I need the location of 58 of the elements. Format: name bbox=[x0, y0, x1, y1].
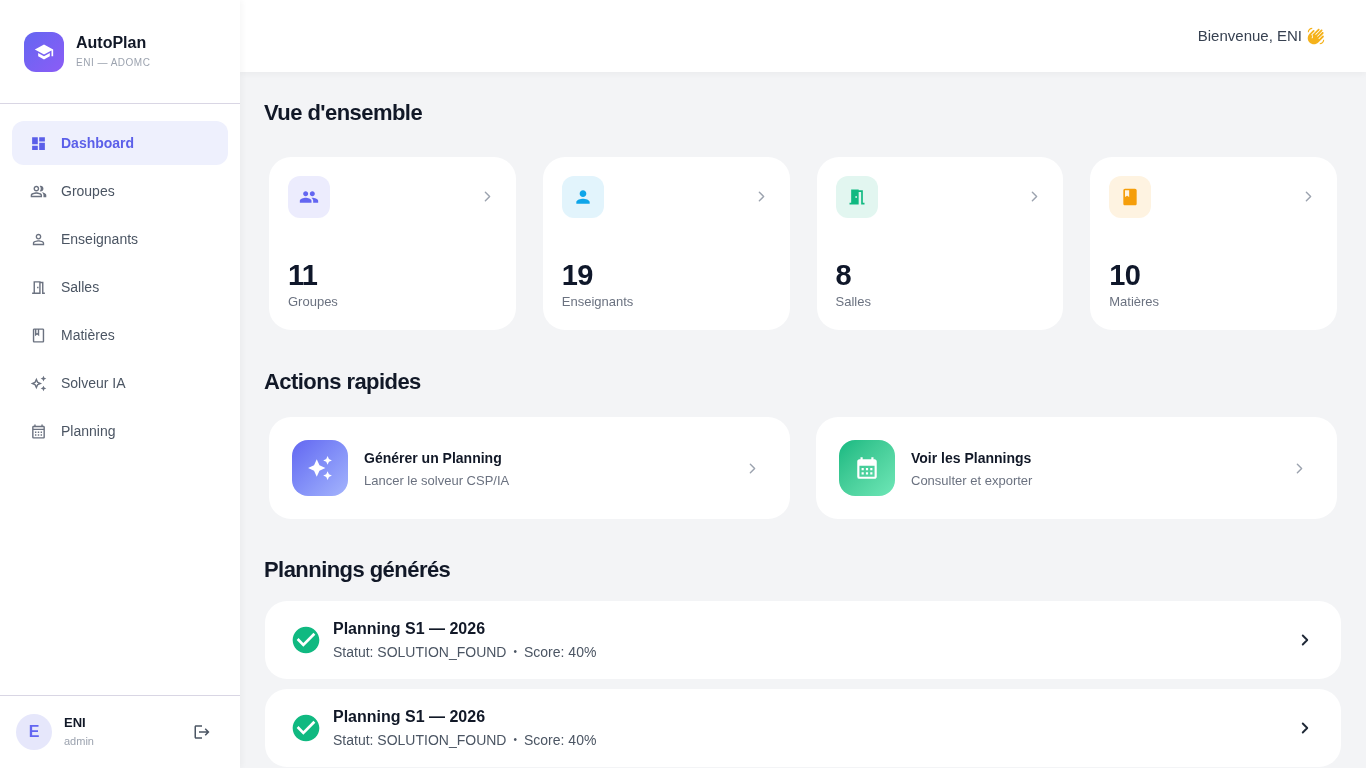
action-title: Générer un Planning bbox=[364, 448, 503, 468]
person-icon bbox=[561, 176, 604, 218]
calendar-icon bbox=[30, 422, 47, 440]
stat-value: 19 bbox=[561, 259, 594, 291]
stat-card[interactable]: 8 Salles bbox=[816, 157, 1064, 330]
action-subtitle: Lancer le solveur CSP/IA bbox=[364, 472, 511, 489]
user-avatar: E bbox=[16, 714, 52, 750]
stat-label: Enseignants bbox=[561, 294, 635, 310]
people-icon bbox=[288, 176, 330, 218]
stat-label: Groupes bbox=[288, 294, 339, 310]
stat-label: Salles bbox=[835, 294, 872, 310]
planning-title: Planning S1 — 2026 bbox=[333, 618, 487, 639]
action-title: Voir les Plannings bbox=[911, 448, 1033, 468]
door-icon bbox=[30, 278, 47, 296]
nav-item[interactable]: Matières bbox=[12, 313, 228, 357]
dashboard-icon bbox=[30, 134, 47, 152]
stat-card[interactable]: 11 Groupes bbox=[269, 157, 516, 330]
app-name: AutoPlan bbox=[76, 32, 148, 53]
planning-status: Statut: SOLUTION_FOUND bbox=[333, 642, 507, 662]
door-icon bbox=[835, 176, 878, 218]
nav-item[interactable]: Solveur IA bbox=[12, 361, 228, 405]
graduation-cap-icon bbox=[24, 31, 64, 72]
action-subtitle: Consulter et exporter bbox=[911, 472, 1034, 489]
planning-row[interactable]: Planning S1 — 2026 Statut: SOLUTION_FOUND • Score: 40% bbox=[265, 601, 1341, 679]
nav-item[interactable]: Groupes bbox=[12, 169, 228, 213]
stat-value: 10 bbox=[1109, 259, 1142, 291]
action-card[interactable]: Générer un Planning Lancer le solveur CSP/IA bbox=[269, 417, 790, 519]
separator-dot: • bbox=[513, 732, 517, 747]
nav-item[interactable]: Dashboard bbox=[12, 121, 228, 165]
stat-value: 8 bbox=[835, 259, 852, 291]
stat-card[interactable]: 10 Matières bbox=[1090, 157, 1337, 330]
sparkles-icon bbox=[292, 440, 348, 496]
section-title: Actions rapides bbox=[264, 368, 422, 396]
planning-title: Planning S1 — 2026 bbox=[333, 706, 487, 727]
greeting-text: Bienvenue, ENI bbox=[1197, 25, 1302, 46]
section-title: Plannings générés bbox=[264, 556, 452, 584]
waving-hand-icon bbox=[1307, 27, 1325, 45]
book-icon bbox=[1109, 176, 1152, 218]
action-card[interactable]: Voir les Plannings Consulter et exporter bbox=[816, 417, 1337, 519]
user-name: ENI bbox=[64, 715, 87, 731]
planning-score: Score: 40% bbox=[524, 730, 597, 750]
separator-dot: • bbox=[513, 644, 517, 659]
nav-item[interactable]: Enseignants bbox=[12, 217, 228, 261]
calendar-icon bbox=[839, 440, 895, 496]
logout-icon[interactable] bbox=[193, 723, 211, 741]
user-role: admin bbox=[64, 734, 95, 749]
planning-status: Statut: SOLUTION_FOUND bbox=[333, 730, 507, 750]
planning-row[interactable]: Planning S1 — 2026 Statut: SOLUTION_FOUND • Score: 40% bbox=[265, 689, 1341, 767]
nav-item[interactable]: Planning bbox=[12, 409, 228, 453]
nav-item[interactable]: Salles bbox=[12, 265, 228, 309]
section-title: Vue d'ensemble bbox=[264, 99, 424, 127]
stat-card[interactable]: 19 Enseignants bbox=[542, 157, 790, 330]
planning-score: Score: 40% bbox=[524, 642, 597, 662]
book-icon bbox=[30, 326, 47, 344]
stat-value: 11 bbox=[288, 259, 319, 291]
stat-label: Matières bbox=[1109, 294, 1161, 310]
sparkles-icon bbox=[30, 374, 47, 392]
app-subtitle: ENI — ADOMC bbox=[76, 55, 151, 70]
